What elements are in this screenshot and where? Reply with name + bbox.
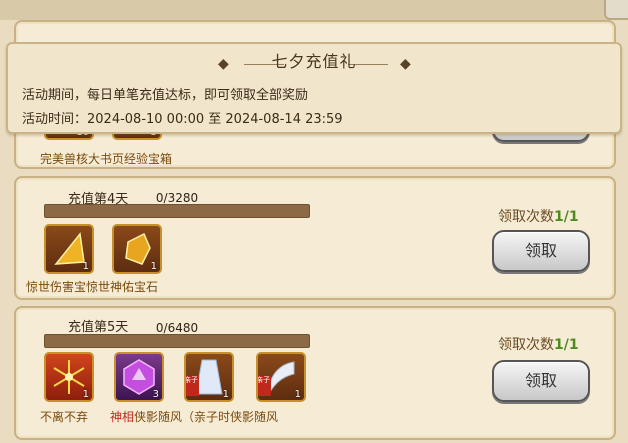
item-count: 1 [82, 261, 89, 272]
progress-text: 0/3280 [155, 191, 199, 205]
claims-info: 领取次数1/1 [498, 206, 579, 226]
item-count: 1 [82, 389, 89, 400]
item-count: 1 [150, 261, 157, 272]
item-slot[interactable]: 亲子 1 [184, 352, 234, 402]
item-count: 3 [152, 389, 159, 400]
progress-bar: 0/6480 [44, 321, 310, 348]
event-header: ◆ ◆ 七夕充值礼 活动期间，每日单笔充值达标，即可领取全部奖励 活动时间：20… [6, 42, 622, 134]
progress-text: 0/6480 [155, 321, 199, 335]
item-name-highlight: 神相 [110, 410, 135, 424]
event-time: 活动时间：2024-08-10 00:00 至 2024-08-14 23:59 [22, 112, 343, 127]
claim-button[interactable]: 领取 [492, 230, 590, 272]
item-slot[interactable]: 1 [44, 224, 94, 274]
item-slot[interactable]: 3 [114, 352, 164, 402]
tag-badge: 亲子 [258, 376, 271, 396]
item-names-b: 神相侠影随风（亲子时侠影随风 [110, 408, 278, 425]
item-slot[interactable]: 1 [112, 224, 162, 274]
item-slot[interactable]: 亲子 1 [256, 352, 306, 402]
claims-value: 1/1 [554, 337, 579, 353]
item-name-rest: 侠影随风（亲子时侠影随风 [134, 410, 279, 424]
item-count: 1 [294, 389, 301, 400]
item-names-a: 不离不弃 [40, 410, 89, 424]
event-description: 活动期间，每日单笔充值达标，即可领取全部奖励 [22, 88, 309, 103]
progress-bar: 0/3280 [44, 191, 310, 218]
reward-card-day4: 充值第4天 0/3280 领取次数1/1 领取 1 1 惊世伤害宝惊世神佑宝石 [14, 176, 616, 300]
claims-value: 1/1 [554, 209, 579, 225]
tag-badge: 亲子 [186, 376, 199, 396]
claim-button[interactable]: 领取 [492, 360, 590, 402]
event-title: 七夕充值礼 [271, 52, 357, 71]
item-slot[interactable]: 1 [44, 352, 94, 402]
item-names: 惊世伤害宝惊世神佑宝石 [26, 280, 159, 294]
top-background [0, 0, 628, 20]
claims-label: 领取次数 [498, 209, 554, 225]
claims-info: 领取次数1/1 [498, 334, 579, 354]
top-right-corner [604, 0, 628, 20]
claims-label: 领取次数 [498, 337, 554, 353]
item-names: 完美兽核大书页经验宝箱 [40, 152, 173, 166]
reward-card-day5: 充值第5天 0/6480 领取次数1/1 领取 1 3 亲子 1 亲子 1 不离… [14, 306, 616, 440]
item-count: 1 [222, 389, 229, 400]
